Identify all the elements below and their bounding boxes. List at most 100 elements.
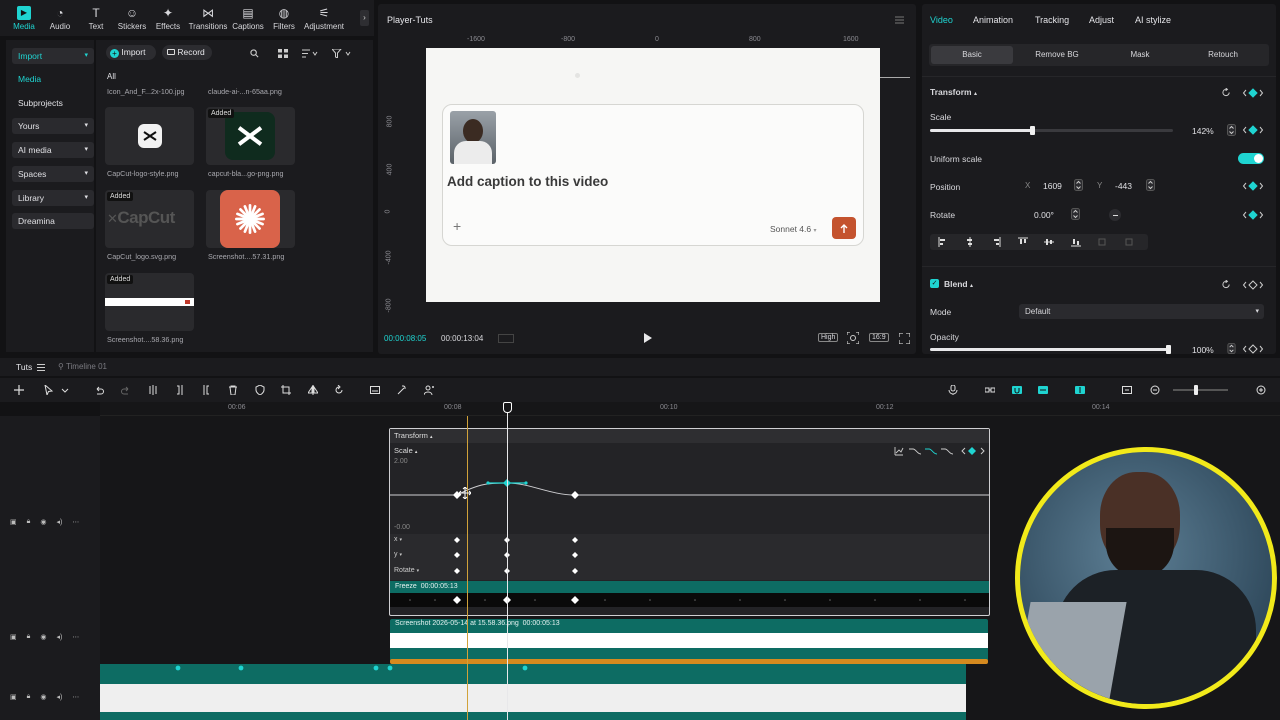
- play-icon[interactable]: [643, 333, 652, 343]
- tool-text[interactable]: T Text: [78, 0, 114, 36]
- media-thumb-screenshot-58[interactable]: Added: [105, 273, 194, 331]
- scale-slider-thumb[interactable]: [1030, 126, 1036, 135]
- uniform-scale-toggle[interactable]: [1238, 153, 1264, 164]
- preview-canvas[interactable]: Add caption to this video + Sonnet 4.6 ▾: [426, 48, 880, 302]
- send-button[interactable]: [832, 217, 856, 239]
- keyframe-nav-position[interactable]: [1242, 181, 1264, 191]
- align-right-icon[interactable]: [991, 237, 1001, 247]
- media-thumb-capcut-black[interactable]: Added: [206, 107, 295, 165]
- tool-audio[interactable]: ◔ Audio: [42, 0, 78, 36]
- crop-icon[interactable]: [847, 332, 859, 344]
- freeze-bar[interactable]: Freeze 00:00:05:13: [390, 581, 989, 593]
- position-y-field[interactable]: -443: [1115, 181, 1132, 191]
- main-track-keyframes[interactable]: [100, 664, 966, 674]
- crop-tool-icon[interactable]: [281, 385, 291, 395]
- media-thumb-screenshot-57[interactable]: [206, 190, 295, 248]
- eye-icon[interactable]: ◉: [40, 633, 46, 641]
- rotate-tool-icon[interactable]: [334, 385, 344, 395]
- link-icon[interactable]: [985, 385, 995, 395]
- sidebar-item-dreamina[interactable]: Dreamina: [12, 213, 94, 229]
- more-icon[interactable]: ⋯: [72, 518, 79, 526]
- subtitle-icon[interactable]: [370, 385, 380, 395]
- timeline-tab[interactable]: ⚲ Timeline 01: [58, 362, 107, 371]
- speaker-icon[interactable]: ◂): [56, 693, 62, 701]
- lock-icon[interactable]: 🔒︎: [27, 518, 31, 526]
- record-button[interactable]: Record: [162, 45, 212, 60]
- player-menu-icon[interactable]: [895, 16, 904, 24]
- zoom-out-icon[interactable]: [1150, 385, 1160, 395]
- sidebar-item-spaces[interactable]: Spaces ▾: [12, 166, 94, 182]
- scale-slider-track[interactable]: [930, 126, 1173, 135]
- subtab-remove-bg[interactable]: Remove BG: [1015, 46, 1099, 64]
- tool-effects[interactable]: ✦ Effects: [150, 0, 186, 36]
- tool-stickers[interactable]: ☺ Stickers: [114, 0, 150, 36]
- track-toggle-icon[interactable]: ▣: [10, 633, 17, 641]
- select-dropdown-icon[interactable]: [60, 385, 70, 395]
- track-toggle-icon[interactable]: ▣: [10, 518, 17, 526]
- opacity-slider-track[interactable]: [930, 345, 1171, 354]
- redo-icon[interactable]: [121, 385, 131, 395]
- subtab-retouch[interactable]: Retouch: [1181, 46, 1265, 64]
- shield-icon[interactable]: [255, 385, 265, 395]
- keyframe-nav-opacity[interactable]: [1242, 344, 1264, 354]
- fullscreen-icon[interactable]: [899, 333, 910, 344]
- playhead-handle[interactable]: [503, 402, 512, 413]
- keyframe-nav-transform[interactable]: [1242, 88, 1264, 98]
- import-button[interactable]: + Import: [106, 45, 156, 60]
- select-tool-icon[interactable]: [44, 385, 54, 395]
- position-x-stepper-icon[interactable]: [1074, 179, 1083, 191]
- align-top-icon[interactable]: [1017, 237, 1028, 247]
- opacity-stepper-icon[interactable]: [1227, 343, 1236, 354]
- transform-section-header[interactable]: Transform ▴: [930, 87, 977, 97]
- keyframe-nav-rotate[interactable]: [1242, 210, 1264, 220]
- undo-icon[interactable]: [94, 385, 104, 395]
- snap-icon[interactable]: [1038, 385, 1048, 395]
- filter-all-label[interactable]: All: [107, 72, 116, 81]
- magic-icon[interactable]: [397, 385, 407, 395]
- sidebar-item-library[interactable]: Library ▾: [12, 190, 94, 206]
- sidebar-item-ai-media[interactable]: AI media ▾: [12, 142, 94, 158]
- add-track-icon[interactable]: [14, 385, 24, 395]
- playhead-line[interactable]: [507, 402, 508, 720]
- speaker-icon[interactable]: ◂): [56, 518, 62, 526]
- zoom-in-icon[interactable]: [1256, 385, 1266, 395]
- grid-view-icon[interactable]: [278, 49, 288, 58]
- tab-animation[interactable]: Animation: [973, 15, 1013, 25]
- distribute-h-icon[interactable]: [1097, 237, 1107, 247]
- more-icon[interactable]: ⋯: [72, 633, 79, 641]
- subtab-mask[interactable]: Mask: [1098, 46, 1182, 64]
- project-menu-icon[interactable]: [37, 364, 45, 371]
- ratio-button[interactable]: 16:9: [869, 333, 889, 342]
- lock-icon[interactable]: 🔒︎: [27, 633, 31, 641]
- tab-ai-stylize[interactable]: AI stylize: [1135, 15, 1171, 25]
- zoom-slider[interactable]: [1173, 385, 1228, 395]
- sidebar-import[interactable]: Import ▾: [12, 48, 94, 64]
- split-right-icon[interactable]: [201, 385, 211, 395]
- blend-checkbox[interactable]: ✓: [930, 279, 939, 288]
- rotate-stepper-icon[interactable]: [1071, 208, 1080, 220]
- kf-transform-header[interactable]: Transform ▴: [390, 429, 989, 443]
- more-icon[interactable]: ⋯: [72, 693, 79, 701]
- tool-filters[interactable]: ◍ Filters: [266, 0, 302, 36]
- split-left-icon[interactable]: [175, 385, 185, 395]
- position-y-stepper-icon[interactable]: [1146, 179, 1155, 191]
- subtab-basic[interactable]: Basic: [931, 46, 1013, 64]
- zoom-slider-thumb[interactable]: [1194, 385, 1198, 395]
- position-x-field[interactable]: 1609: [1043, 181, 1062, 191]
- split-icon[interactable]: [148, 385, 158, 395]
- lock-icon[interactable]: 🔒︎: [27, 693, 31, 701]
- freeze-keyframe-strip[interactable]: [390, 593, 989, 607]
- main-video-track-clip[interactable]: [100, 664, 966, 720]
- person-icon[interactable]: [424, 385, 434, 395]
- model-selector[interactable]: Sonnet 4.6 ▾: [770, 224, 817, 234]
- tab-tracking[interactable]: Tracking: [1035, 15, 1069, 25]
- sort-icon[interactable]: [302, 49, 318, 58]
- tool-adjustment[interactable]: ⚟ Adjustment: [302, 0, 346, 36]
- align-left-icon[interactable]: [938, 237, 948, 247]
- caption-placeholder-text[interactable]: Add caption to this video: [447, 174, 608, 189]
- keyframe-nav-blend[interactable]: [1242, 280, 1264, 290]
- keyframe-nav-scale[interactable]: [1242, 125, 1264, 135]
- blend-reset-icon[interactable]: [1222, 280, 1231, 289]
- tab-video[interactable]: Video: [930, 15, 953, 25]
- blend-section-header[interactable]: Blend ▴: [944, 279, 973, 289]
